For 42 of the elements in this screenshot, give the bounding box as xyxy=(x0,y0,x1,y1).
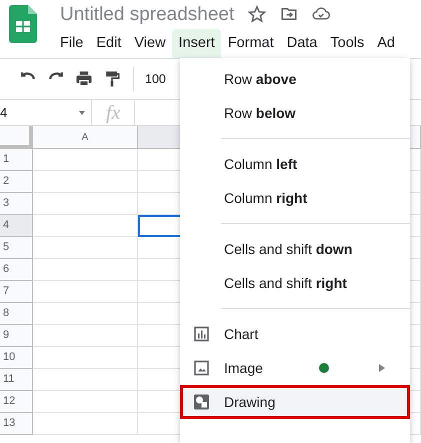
shapes-icon xyxy=(194,394,209,410)
menu-item[interactable]: Ad xyxy=(370,29,401,58)
sheets-logo-icon xyxy=(9,5,37,43)
menu-item[interactable]: Data xyxy=(280,29,324,58)
row-header[interactable]: 9 xyxy=(0,325,33,347)
menu-item[interactable]: Edit xyxy=(89,29,128,58)
row-header[interactable]: 10 xyxy=(0,347,33,369)
row-header[interactable]: 7 xyxy=(0,281,33,303)
menu-item[interactable]: Column right xyxy=(180,181,410,215)
document-title[interactable]: Untitled spreadsheet xyxy=(60,3,234,27)
zoom-level[interactable]: 100 xyxy=(145,70,166,88)
row-header[interactable]: 12 xyxy=(0,391,33,413)
formula-label: fx xyxy=(92,100,136,124)
row-header[interactable]: 11 xyxy=(0,369,33,391)
row-header[interactable]: 13 xyxy=(0,413,33,435)
cloud-icon[interactable] xyxy=(312,4,330,22)
row-header[interactable]: 3 xyxy=(0,193,33,215)
menu-item[interactable]: Row above xyxy=(180,62,410,96)
row-header[interactable]: 5 xyxy=(0,237,33,259)
image-icon xyxy=(194,360,209,376)
row-header[interactable]: 1 xyxy=(0,149,33,171)
menu-item[interactable]: Column left xyxy=(180,147,410,181)
column-header[interactable]: A xyxy=(33,126,138,149)
menu-item[interactable]: Row below xyxy=(180,96,410,130)
caret-icon[interactable] xyxy=(79,110,85,114)
row-header[interactable]: 6 xyxy=(0,259,33,281)
menu-item[interactable]: Drawing xyxy=(180,385,410,419)
menu-item[interactable]: View xyxy=(127,29,172,58)
menu-item[interactable]: Chart xyxy=(180,317,410,351)
menu-item[interactable]: Cells and shift right xyxy=(180,266,410,300)
menu-item[interactable]: Cells and shift down xyxy=(180,232,410,266)
menu-item[interactable]: Tools xyxy=(323,29,370,58)
star-icon[interactable] xyxy=(248,4,266,22)
chart-icon xyxy=(194,326,209,342)
menu-item[interactable]: Format xyxy=(220,29,280,58)
menu-item[interactable]: Insert xyxy=(172,29,221,58)
row-header[interactable]: 8 xyxy=(0,303,33,325)
name-box[interactable]: 4 xyxy=(0,102,8,122)
menu-item[interactable]: Image xyxy=(180,351,410,385)
row-header[interactable]: 4 xyxy=(0,215,33,237)
menu-item[interactable]: File xyxy=(53,29,90,58)
row-header[interactable]: 2 xyxy=(0,171,33,193)
